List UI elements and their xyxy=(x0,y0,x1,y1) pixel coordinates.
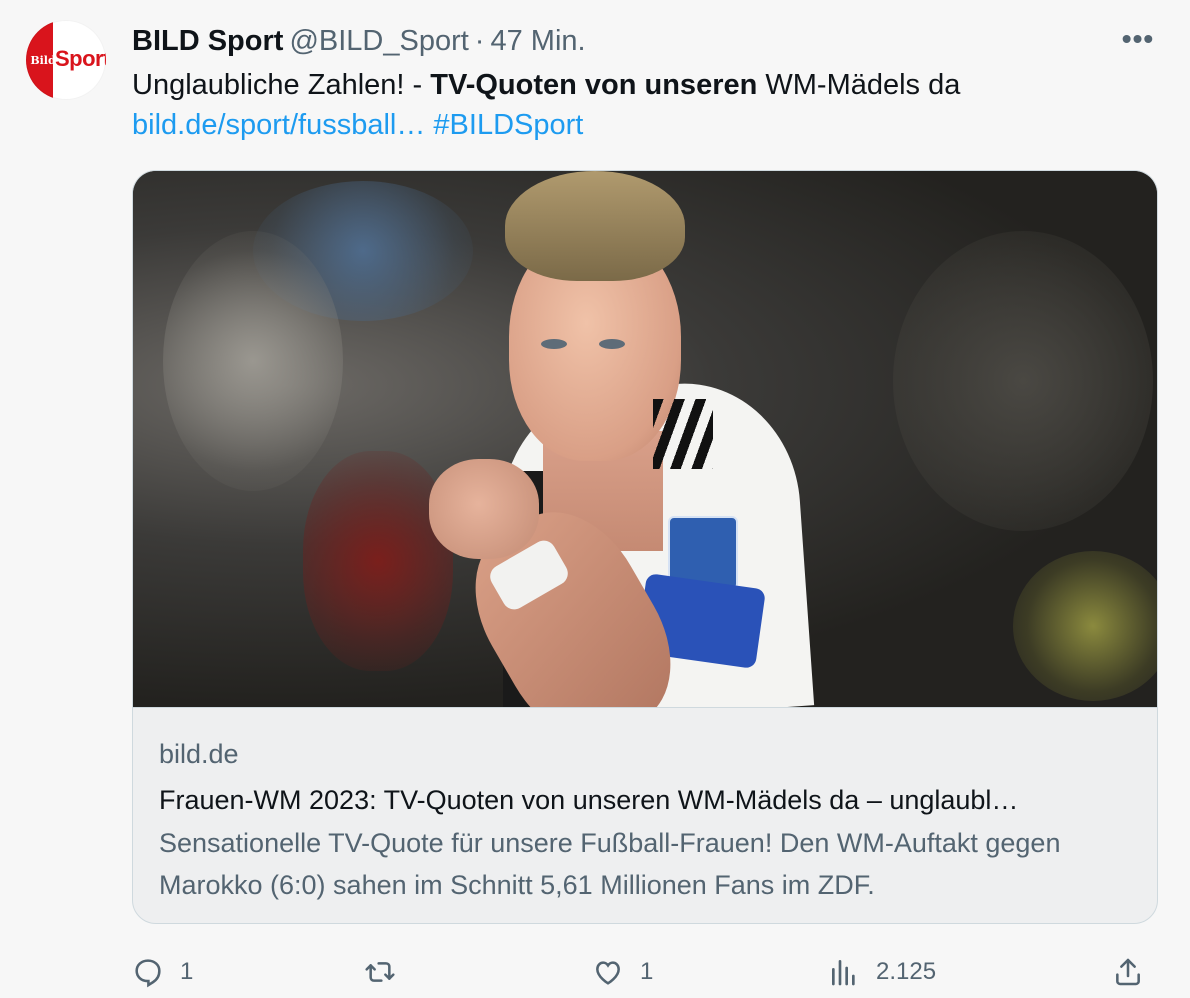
tweet-text-bold: TV-Quoten von unseren xyxy=(430,69,758,101)
author-display-name[interactable]: BILD Sport xyxy=(132,25,283,58)
tweet-text: Unglaubliche Zahlen! - TV-Quoten von uns… xyxy=(132,65,1132,145)
reply-button[interactable]: 1 xyxy=(132,950,193,994)
share-icon xyxy=(1116,958,1140,986)
like-count: 1 xyxy=(640,958,654,985)
header-separator: · xyxy=(474,24,485,57)
tweet-header: BILD Sport @BILD_Sport · 47 Min. xyxy=(132,22,586,60)
like-button[interactable]: 1 xyxy=(592,950,653,994)
tweet-text-part2: WM-Mädels da xyxy=(757,69,961,101)
author-handle[interactable]: @BILD_Sport xyxy=(289,25,468,58)
views-icon xyxy=(832,960,855,986)
author-avatar[interactable]: Bild Sport xyxy=(26,20,106,100)
share-button[interactable] xyxy=(1112,950,1144,994)
tweet-text-part1: Unglaubliche Zahlen! - xyxy=(132,69,431,101)
card-image[interactable] xyxy=(133,171,1157,708)
reply-icon xyxy=(135,959,161,988)
tweet-timestamp[interactable]: 47 Min. xyxy=(490,25,585,58)
card-domain: bild.de xyxy=(159,739,239,769)
reply-count: 1 xyxy=(180,958,194,985)
views-button[interactable]: 2.125 xyxy=(828,950,936,994)
tweet-hashtag[interactable]: #BILDSport xyxy=(425,109,583,141)
tweet-link[interactable]: bild.de/sport/fussball… xyxy=(132,109,425,141)
avatar-logo-sport: Sport xyxy=(55,46,106,71)
retweet-icon xyxy=(365,962,395,982)
tweet-actions: 1 1 2.125 xyxy=(132,950,1156,994)
views-count: 2.125 xyxy=(876,958,937,985)
retweet-button[interactable] xyxy=(364,950,412,994)
more-options-icon[interactable]: ••• xyxy=(1120,23,1156,54)
link-preview-card[interactable]: bild.de Frauen-WM 2023: TV-Quoten von un… xyxy=(132,170,1158,924)
card-title: Frauen-WM 2023: TV-Quoten von unseren WM… xyxy=(159,785,1019,815)
card-description: Sensationelle TV-Quote für unsere Fußbal… xyxy=(159,828,1061,900)
avatar-logo-bild: Bild xyxy=(30,54,56,67)
like-icon xyxy=(596,961,620,985)
